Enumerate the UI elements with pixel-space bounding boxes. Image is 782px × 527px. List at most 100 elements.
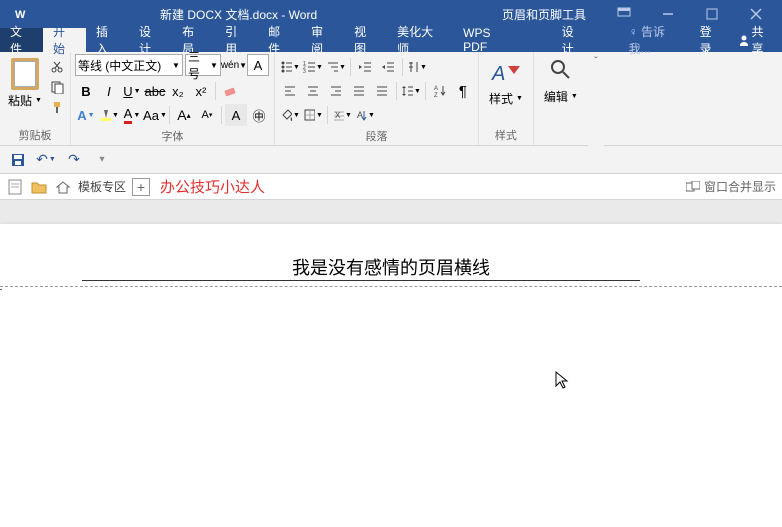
header-underline <box>82 280 640 281</box>
save-button[interactable] <box>6 148 30 172</box>
char-spacing-button[interactable]: Aa▼ <box>144 104 166 126</box>
editing-button[interactable]: 编辑▼ <box>538 54 584 109</box>
highlight-button[interactable]: ▼ <box>98 104 120 126</box>
template-zone-button[interactable]: 模板专区 <box>78 178 126 195</box>
superscript-button[interactable]: x² <box>190 80 212 102</box>
paste-button[interactable]: 粘贴▼ <box>4 54 46 116</box>
doc-icon[interactable] <box>6 178 24 196</box>
align-right-button[interactable] <box>325 80 347 102</box>
ribbon: 粘贴▼ 剪贴板 等线 (中文正文)▼ 三号▼ wén▼ A B I U▼ abc… <box>0 52 782 146</box>
document-area[interactable]: 我是没有感情的页眉横线 <box>0 200 782 527</box>
paste-icon <box>9 58 41 90</box>
margin-marker <box>0 280 2 290</box>
header-text[interactable]: 我是没有感情的页眉横线 <box>0 254 782 280</box>
page[interactable]: 我是没有感情的页眉横线 <box>0 224 782 527</box>
qat-customize-button[interactable]: ▾ <box>90 148 114 172</box>
font-size-select[interactable]: 三号▼ <box>185 54 221 76</box>
numbering-button[interactable]: 123▼ <box>302 56 324 78</box>
tab-wps[interactable]: WPS PDF <box>453 28 525 52</box>
windows-icon <box>686 181 700 193</box>
char-shading-button[interactable]: A <box>225 104 247 126</box>
tab-insert[interactable]: 插入 <box>86 28 129 52</box>
svg-text:W: W <box>15 9 26 21</box>
grow-font-button[interactable]: A▴ <box>173 104 195 126</box>
sort-button[interactable]: AZ <box>429 80 451 102</box>
group-label-clipboard: 剪贴板 <box>4 125 66 145</box>
strikethrough-button[interactable]: abc <box>144 80 166 102</box>
mouse-cursor-icon <box>554 370 570 390</box>
tab-design[interactable]: 设计 <box>129 28 172 52</box>
group-styles: A 样式▼ 样式 <box>479 52 534 145</box>
increase-indent-button[interactable] <box>377 56 399 78</box>
brush-icon <box>50 100 64 114</box>
group-label-paragraph: 段落 <box>279 126 474 146</box>
shrink-font-button[interactable]: A▾ <box>196 104 218 126</box>
format-painter-button[interactable] <box>48 98 66 116</box>
styles-button[interactable]: A 样式▼ <box>483 54 529 111</box>
justify-button[interactable] <box>348 80 370 102</box>
svg-text:X: X <box>335 111 341 120</box>
phonetic-guide-button[interactable]: wén▼ <box>223 54 245 76</box>
tab-review[interactable]: 审阅 <box>301 28 344 52</box>
copy-icon <box>50 80 64 94</box>
tab-view[interactable]: 视图 <box>344 28 387 52</box>
cut-button[interactable] <box>48 58 66 76</box>
text-effects-button[interactable]: A▼ <box>75 104 97 126</box>
header-boundary-line <box>0 286 782 287</box>
tab-references[interactable]: 引用 <box>215 28 258 52</box>
merge-windows-button[interactable]: 窗口合并显示 <box>686 178 776 195</box>
undo-button[interactable]: ↶▼ <box>34 148 58 172</box>
font-name-select[interactable]: 等线 (中文正文)▼ <box>75 54 183 76</box>
clear-formatting-button[interactable] <box>219 80 241 102</box>
subscript-button[interactable]: x₂ <box>167 80 189 102</box>
enclose-char-button[interactable]: ㊥ <box>248 104 270 126</box>
italic-button[interactable]: I <box>98 80 120 102</box>
tell-me[interactable]: ♀ 告诉我... <box>621 23 692 57</box>
tab-beautify[interactable]: 美化大师 <box>387 28 453 52</box>
find-icon <box>549 58 573 82</box>
share-button[interactable]: 共享 <box>730 23 782 57</box>
group-clipboard: 粘贴▼ 剪贴板 <box>0 52 71 145</box>
collapse-ribbon-button[interactable]: ˇ <box>588 52 604 146</box>
document-title: 新建 DOCX 文档.docx - Word <box>40 6 482 23</box>
align-left-button[interactable] <box>279 80 301 102</box>
underline-button[interactable]: U▼ <box>121 80 143 102</box>
tab-hf-design[interactable]: 设计 <box>526 28 621 52</box>
shading-button[interactable]: ▼ <box>279 104 301 126</box>
font-color-button[interactable]: A▼ <box>121 104 143 126</box>
asian-layout-button[interactable]: ▼ <box>406 56 428 78</box>
align-center-button[interactable] <box>302 80 324 102</box>
distribute-button[interactable] <box>371 80 393 102</box>
redo-button[interactable]: ↷ <box>62 148 86 172</box>
bullets-button[interactable]: ▼ <box>279 56 301 78</box>
home-icon[interactable] <box>54 178 72 196</box>
group-font: 等线 (中文正文)▼ 三号▼ wén▼ A B I U▼ abc x₂ x² A… <box>71 52 275 145</box>
svg-text:3: 3 <box>303 69 306 74</box>
login-button[interactable]: 登录 <box>692 23 731 57</box>
group-label-styles: 样式 <box>483 125 529 145</box>
person-icon <box>738 34 749 46</box>
bold-button[interactable]: B <box>75 80 97 102</box>
eraser-icon <box>222 83 238 99</box>
tab-home[interactable]: 开始 <box>43 28 86 52</box>
add-tab-button[interactable]: + <box>132 178 150 196</box>
tab-mail[interactable]: 邮件 <box>258 28 301 52</box>
character-border-button[interactable]: A <box>247 54 269 76</box>
show-marks-button[interactable]: ¶ <box>452 80 474 102</box>
copy-button[interactable] <box>48 78 66 96</box>
save-icon <box>10 152 26 168</box>
borders-button[interactable]: ▼ <box>302 104 324 126</box>
svg-text:Z: Z <box>434 93 438 98</box>
group-editing: 编辑▼ <box>534 52 588 145</box>
svg-text:A: A <box>357 110 363 120</box>
quick-access-toolbar: ↶▼ ↷ ▾ <box>0 146 782 174</box>
document-tab-bar: 模板专区 + 办公技巧小达人 窗口合并显示 <box>0 174 782 200</box>
text-direction-button[interactable]: A▼ <box>354 104 376 126</box>
decrease-indent-button[interactable] <box>354 56 376 78</box>
multilevel-list-button[interactable]: ▼ <box>325 56 347 78</box>
snap-to-grid-button[interactable]: X▼ <box>331 104 353 126</box>
tab-file[interactable]: 文件 <box>0 28 43 52</box>
line-spacing-button[interactable]: ▼ <box>400 80 422 102</box>
scissors-icon <box>50 60 64 74</box>
folder-icon[interactable] <box>30 178 48 196</box>
